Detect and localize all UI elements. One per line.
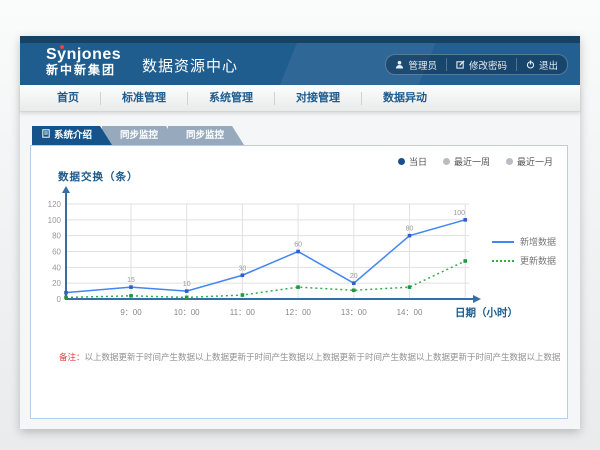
y-axis-title: 数据交换（条） — [58, 169, 139, 184]
svg-text:40: 40 — [52, 263, 61, 272]
app-header: Synjones 新中新集团 数据资源中心 管理员 修改密码 — [20, 43, 580, 85]
svg-text:120: 120 — [48, 200, 62, 209]
window-top-strip — [20, 36, 580, 43]
svg-text:30: 30 — [239, 265, 247, 272]
nav-item-home[interactable]: 首页 — [36, 92, 100, 105]
tab-bar: 系统介绍 同步监控 同步监控 — [32, 126, 244, 145]
svg-text:100: 100 — [453, 210, 465, 217]
change-password-button[interactable]: 修改密码 — [446, 58, 516, 71]
user-icon — [395, 60, 404, 69]
main-nav: 首页 标准管理 系统管理 对接管理 数据异动 — [20, 85, 580, 112]
radio-last-week[interactable]: 最近一周 — [443, 155, 490, 168]
svg-text:11：00: 11：00 — [230, 308, 256, 317]
logo-red-dot-icon — [60, 45, 64, 49]
nav-item-data-change[interactable]: 数据异动 — [361, 92, 448, 105]
legend-item-updated-data: 更新数据 — [492, 251, 556, 270]
footnote-label: 备注： — [59, 352, 85, 362]
footnote-text: 以上数据更新于时间产生数据以上数据更新于时间产生数据以上数据更新于时间产生数据以… — [85, 352, 561, 362]
dotted-line-swatch-icon — [492, 260, 514, 262]
svg-text:60: 60 — [294, 242, 302, 249]
svg-text:10: 10 — [183, 281, 191, 288]
logo-company-name: 新中新集团 — [46, 64, 121, 77]
tab-sync-monitor-2[interactable]: 同步监控 — [168, 126, 244, 145]
svg-text:14：00: 14：00 — [397, 308, 423, 317]
svg-text:100: 100 — [48, 216, 62, 225]
edit-icon — [456, 60, 465, 69]
x-axis-title: 日期（小时） — [455, 305, 518, 320]
svg-text:80: 80 — [406, 226, 414, 233]
line-chart: 0 20 40 60 80 100 120 9：00 10：00 11：00 12：00 13：00 1… — [41, 184, 501, 326]
radio-today[interactable]: 当日 — [398, 155, 427, 168]
svg-text:15: 15 — [127, 277, 135, 284]
legend-item-new-data: 新增数据 — [492, 232, 556, 251]
chart-legend: 新增数据 更新数据 — [492, 232, 556, 270]
svg-text:13：00: 13：00 — [341, 308, 367, 317]
user-name-button[interactable]: 管理员 — [386, 58, 446, 71]
nav-item-connection-management[interactable]: 对接管理 — [274, 92, 361, 105]
solid-line-swatch-icon — [492, 241, 514, 243]
svg-text:10：00: 10：00 — [174, 308, 200, 317]
svg-text:0: 0 — [57, 295, 62, 304]
svg-text:9：00: 9：00 — [120, 308, 142, 317]
page-title: 数据资源中心 — [142, 55, 238, 76]
user-menu: 管理员 修改密码 退出 — [385, 54, 568, 75]
chart-panel: 当日 最近一周 最近一月 数据交换（条） 0 20 40 60 80 100 120 9：00… — [30, 145, 568, 419]
content-area: 系统介绍 同步监控 同步监控 当日 最近一周 — [20, 112, 580, 429]
nav-item-system-management[interactable]: 系统管理 — [187, 92, 274, 105]
svg-text:60: 60 — [52, 248, 61, 257]
power-icon — [526, 60, 535, 69]
logout-button[interactable]: 退出 — [516, 58, 567, 71]
svg-text:12：00: 12：00 — [285, 308, 311, 317]
footnote: 备注：以上数据更新于时间产生数据以上数据更新于时间产生数据以上数据更新于时间产生… — [59, 351, 561, 363]
radio-dot-icon — [398, 158, 405, 165]
logo-brand-text: Synjones — [46, 46, 121, 64]
nav-item-standard-management[interactable]: 标准管理 — [100, 92, 187, 105]
tab-system-introduction[interactable]: 系统介绍 — [32, 126, 112, 145]
time-range-filter: 当日 最近一周 最近一月 — [398, 155, 553, 168]
tab-sync-monitor-1[interactable]: 同步监控 — [102, 126, 178, 145]
radio-dot-icon — [506, 158, 513, 165]
radio-dot-icon — [443, 158, 450, 165]
document-icon — [42, 126, 50, 145]
svg-text:80: 80 — [52, 232, 61, 241]
svg-text:20: 20 — [350, 273, 358, 280]
svg-text:20: 20 — [52, 279, 61, 288]
radio-last-month[interactable]: 最近一月 — [506, 155, 553, 168]
company-logo: Synjones 新中新集团 — [46, 46, 121, 77]
app-window: Synjones 新中新集团 数据资源中心 管理员 修改密码 — [20, 36, 580, 429]
